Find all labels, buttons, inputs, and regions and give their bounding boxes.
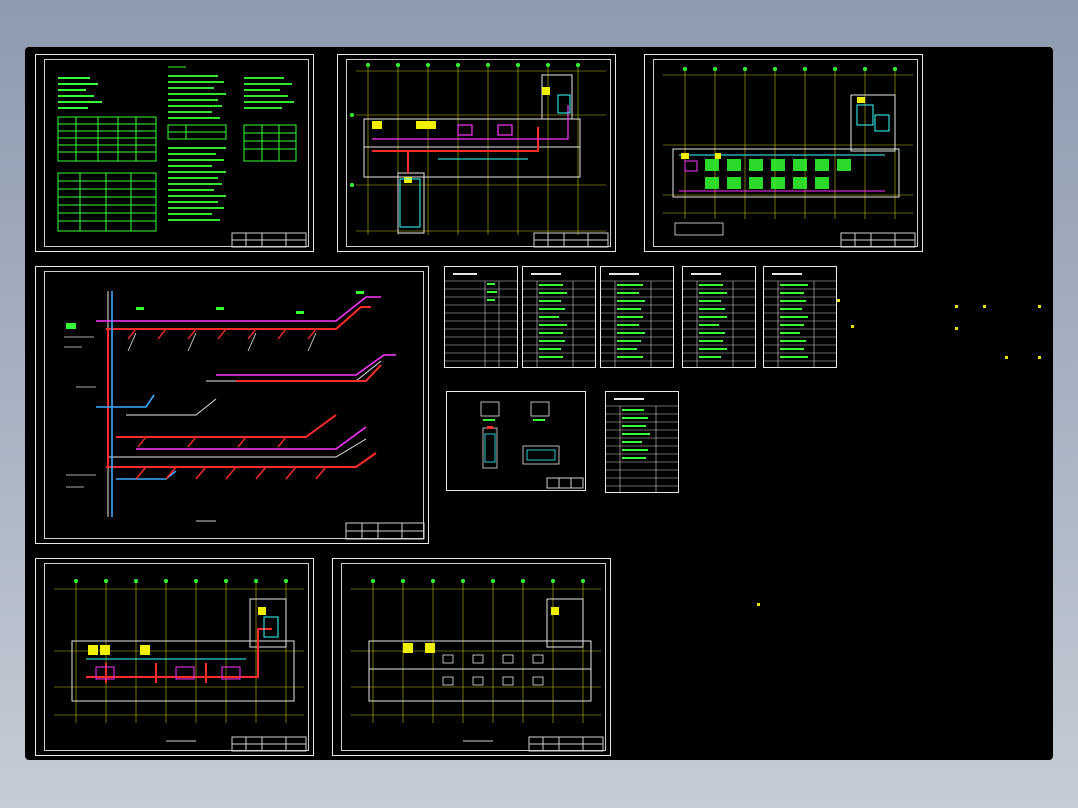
schedule-table-3[interactable] (600, 266, 674, 368)
floor-plan-upper-graphics (350, 63, 609, 248)
schedule-2-graphics (523, 273, 595, 367)
detail-sheet[interactable] (446, 391, 586, 491)
floor-plan-lower-mid-graphics (351, 579, 604, 752)
sheet-pipe-system-diagram[interactable] (35, 266, 429, 544)
floor-plan-right-graphics (663, 67, 916, 248)
schedule-table-4[interactable] (682, 266, 756, 368)
drawing-point (837, 299, 840, 302)
sheet-design-notes[interactable] (35, 54, 314, 252)
drawing-point (851, 325, 854, 328)
sheet-floor-plan-right[interactable] (644, 54, 923, 252)
schedule-3-graphics (601, 273, 673, 367)
design-notes-graphics (57, 66, 307, 248)
drawing-point (1038, 356, 1041, 359)
schedule-table-6[interactable] (605, 391, 679, 493)
sheet-floor-plan-lower-left[interactable] (35, 558, 314, 756)
sheet-floor-plan-upper[interactable] (337, 54, 616, 252)
drawing-point (1038, 305, 1041, 308)
drawing-point (1005, 356, 1008, 359)
schedule-6-graphics (606, 398, 678, 492)
pipe-system-graphics (64, 291, 425, 540)
schedule-5-graphics (764, 273, 836, 367)
drawing-point (757, 603, 760, 606)
schedule-table-5[interactable] (763, 266, 837, 368)
floor-plan-lower-left-graphics (54, 579, 307, 752)
drawing-point (955, 305, 958, 308)
schedule-1-graphics (445, 273, 517, 367)
schedule-table-1[interactable] (444, 266, 518, 368)
cad-drawing-viewport[interactable] (25, 47, 1053, 760)
schedule-4-graphics (683, 273, 755, 367)
drawing-point (983, 305, 986, 308)
schedule-table-2[interactable] (522, 266, 596, 368)
sheet-floor-plan-lower-mid[interactable] (332, 558, 611, 756)
detail-sheet-graphics (480, 401, 584, 489)
drawing-point (955, 327, 958, 330)
